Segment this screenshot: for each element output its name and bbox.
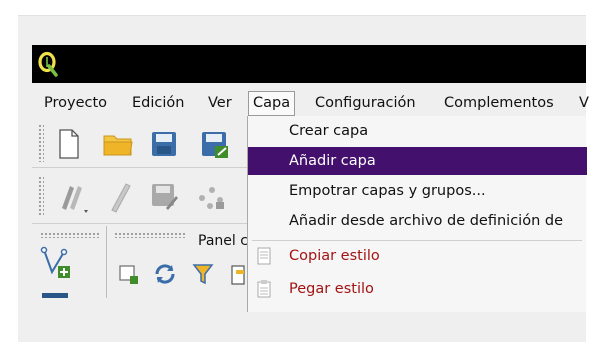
menu-overflow[interactable]: V xyxy=(577,92,591,114)
menu-item-copiar-estilo[interactable]: Copiar estilo xyxy=(248,242,587,270)
menu-proyecto[interactable]: Proyecto xyxy=(42,92,109,114)
menu-item-empotrar-capas[interactable]: Empotrar capas y grupos... xyxy=(248,177,587,205)
digitize-icon[interactable] xyxy=(56,180,90,214)
copy-style-icon xyxy=(257,247,271,265)
menu-configuracion[interactable]: Configuración xyxy=(313,92,418,114)
vertices-icon[interactable] xyxy=(196,184,226,210)
panel-label[interactable]: Panel c xyxy=(198,233,248,249)
menu-item-anadir-desde-archivo[interactable]: Añadir desde archivo de definición de xyxy=(248,207,587,235)
add-layer-icon[interactable] xyxy=(40,246,72,280)
toolbar-divider xyxy=(32,167,248,168)
menu-edicion[interactable]: Edición xyxy=(130,92,186,114)
filter-icon[interactable] xyxy=(192,262,214,286)
save-as-icon[interactable] xyxy=(200,130,230,160)
menu-item-label: Empotrar capas y grupos... xyxy=(289,183,486,199)
edit-save-icon[interactable] xyxy=(150,182,180,212)
menu-item-crear-capa[interactable]: Crear capa xyxy=(248,117,587,145)
toolbar-divider xyxy=(32,223,248,224)
pencil-icon[interactable] xyxy=(106,180,134,214)
menu-item-anadir-capa[interactable]: Añadir capa xyxy=(248,147,587,175)
toolbar-separator xyxy=(106,226,107,298)
menu-item-label: Añadir desde archivo de definición de xyxy=(289,213,563,229)
menu-separator xyxy=(252,240,582,241)
partial-toolbar-icon[interactable] xyxy=(230,262,246,288)
new-project-icon[interactable] xyxy=(56,128,82,160)
layers-toolbar-grip[interactable] xyxy=(40,232,100,238)
paste-style-icon xyxy=(257,280,271,298)
open-folder-icon[interactable] xyxy=(102,130,134,158)
menu-ver[interactable]: Ver xyxy=(206,92,234,114)
capa-dropdown-menu: Crear capa Añadir capa Empotrar capas y … xyxy=(247,116,587,312)
menu-item-pegar-estilo[interactable]: Pegar estilo xyxy=(248,275,587,303)
project-toolbar xyxy=(32,118,248,166)
selection-toolbar-grip[interactable] xyxy=(114,232,186,238)
save-icon[interactable] xyxy=(150,130,178,158)
qgis-logo-icon xyxy=(38,51,58,77)
toolbar-grip[interactable] xyxy=(38,176,44,216)
menu-item-label: Copiar estilo xyxy=(289,248,380,264)
menu-bar: Proyecto Edición Ver Capa Configuración … xyxy=(32,88,589,116)
refresh-icon[interactable] xyxy=(153,262,177,286)
title-bar xyxy=(32,45,586,83)
menu-capa[interactable]: Capa xyxy=(248,91,296,116)
menu-item-label: Pegar estilo xyxy=(289,281,374,297)
menu-item-label: Añadir capa xyxy=(289,153,376,169)
toolbar-grip[interactable] xyxy=(38,124,44,162)
select-icon[interactable] xyxy=(118,264,140,286)
menu-item-label: Crear capa xyxy=(289,123,369,139)
digitizing-toolbar xyxy=(32,170,248,222)
layer-bar-icon xyxy=(42,293,68,298)
menu-complementos[interactable]: Complementos xyxy=(442,92,556,114)
